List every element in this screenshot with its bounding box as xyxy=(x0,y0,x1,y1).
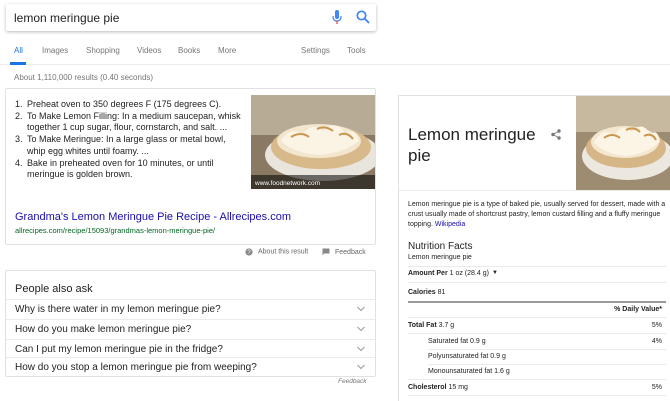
paa-question[interactable]: How do you make lemon meringue pie? xyxy=(6,319,375,339)
search-box[interactable] xyxy=(6,4,376,31)
people-also-ask: People also ask Why is there water in my… xyxy=(5,270,376,377)
share-icon[interactable] xyxy=(551,129,561,140)
nutrient-row: Saturated fat 0.9 g 4% xyxy=(428,338,662,345)
nutrient-row: Total Fat 3.7 g 5% xyxy=(408,322,662,329)
paa-title: People also ask xyxy=(15,283,93,295)
tab-all[interactable]: All xyxy=(14,46,23,55)
help-icon: ? xyxy=(245,248,253,256)
divider xyxy=(399,190,670,191)
dropdown-caret-icon: ▼ xyxy=(491,270,498,276)
nutrient-row: Polyunsaturated fat 0.9 g xyxy=(428,353,506,360)
feedback-link[interactable]: Feedback xyxy=(322,248,366,256)
amount-per-selector[interactable]: Amount Per 1 oz (28.4 g) ▼ xyxy=(408,270,662,277)
featured-snippet: 1. Preheat oven to 350 degrees F (175 de… xyxy=(5,88,376,245)
pie-image[interactable]: www.foodnetwork.com xyxy=(251,95,375,189)
tab-videos[interactable]: Videos xyxy=(137,46,161,55)
recipe-step: 4. Bake in preheated oven for 10 minutes… xyxy=(15,157,214,180)
kp-description: Lemon meringue pie is a type of baked pi… xyxy=(408,201,666,228)
paa-question[interactable]: How do you stop a lemon meringue pie fro… xyxy=(6,357,375,377)
paa-question[interactable]: Why is there water in my lemon meringue … xyxy=(6,299,375,319)
tab-settings[interactable]: Settings xyxy=(301,46,330,55)
recipe-steps: 1. Preheat oven to 350 degrees F (175 de… xyxy=(15,99,245,181)
search-tabs: All Images Shopping Videos Books More Se… xyxy=(0,43,670,65)
paa-feedback-link[interactable]: Feedback xyxy=(338,378,367,385)
search-input[interactable] xyxy=(14,9,314,26)
divider xyxy=(428,364,666,365)
feedback-icon xyxy=(322,248,330,256)
divider xyxy=(408,379,666,380)
nutrient-row: Monounsaturated fat 1.6 g xyxy=(428,368,510,375)
search-icon[interactable] xyxy=(356,10,370,24)
divider xyxy=(408,395,666,396)
active-tab-indicator xyxy=(10,62,26,65)
recipe-step: 3. To Make Meringue: In a large glass or… xyxy=(15,134,226,156)
result-link[interactable]: Grandma's Lemon Meringue Pie Recipe - Al… xyxy=(15,211,291,223)
chevron-down-icon xyxy=(357,364,365,370)
result-url: allrecipes.com/recipe/15093/grandmas-lem… xyxy=(15,226,216,235)
knowledge-panel: Lemon meringue pie Lemon meringue pie is… xyxy=(398,95,670,401)
tab-books[interactable]: Books xyxy=(178,46,200,55)
kp-title: Lemon meringue pie xyxy=(408,125,536,165)
daily-value-header: % Daily Value* xyxy=(614,306,662,313)
image-credit: www.foodnetwork.com xyxy=(254,180,320,187)
divider xyxy=(428,349,666,350)
wikipedia-link[interactable]: Wikipedia xyxy=(435,221,465,228)
divider xyxy=(408,282,666,283)
divider xyxy=(408,317,666,318)
result-stats: About 1,110,000 results (0.40 seconds) xyxy=(14,73,154,82)
recipe-step: 1. Preheat oven to 350 degrees F (175 de… xyxy=(15,99,222,109)
recipe-step: 2. To Make Lemon Filling: In a medium sa… xyxy=(15,110,241,133)
chevron-down-icon xyxy=(357,306,365,312)
chevron-down-icon xyxy=(357,326,365,332)
nutrition-facts-title: Nutrition Facts xyxy=(408,241,473,252)
tab-images[interactable]: Images xyxy=(42,46,68,55)
paa-question[interactable]: Can I put my lemon meringue pie in the f… xyxy=(6,339,375,359)
kp-pie-image[interactable] xyxy=(576,96,670,190)
mic-icon[interactable] xyxy=(332,10,342,25)
nutrient-row: Cholesterol 15 mg 5% xyxy=(408,384,662,391)
tab-tools[interactable]: Tools xyxy=(347,46,366,55)
divider xyxy=(408,301,666,303)
tab-more[interactable]: More xyxy=(218,46,236,55)
nutrition-subtitle: Lemon meringue pie xyxy=(408,254,472,261)
tab-shopping[interactable]: Shopping xyxy=(86,46,120,55)
divider xyxy=(408,333,666,334)
about-this-result[interactable]: ? About this result xyxy=(245,248,308,256)
calories-row: Calories 81 xyxy=(408,289,446,296)
divider xyxy=(408,266,666,267)
chevron-down-icon xyxy=(357,346,365,352)
